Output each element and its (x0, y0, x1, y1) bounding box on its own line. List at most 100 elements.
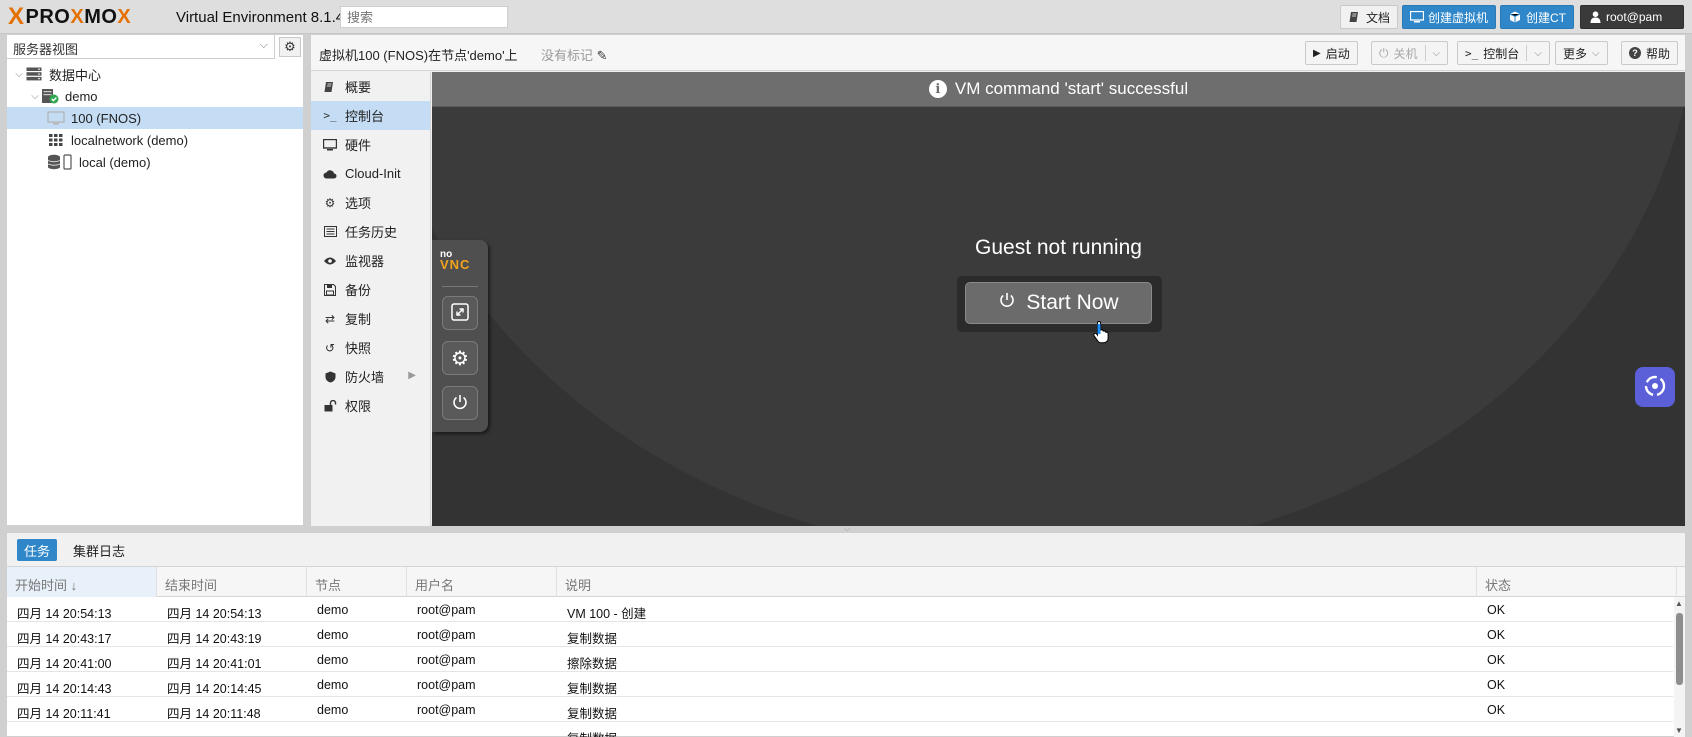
menu-item-label: 硬件 (345, 138, 372, 153)
menu-item-label: 选项 (345, 196, 372, 211)
power-icon (451, 393, 469, 414)
menu-item-hardware[interactable]: 硬件 (311, 130, 430, 159)
terminal-icon: >_ (323, 109, 337, 122)
more-button[interactable]: 更多 ⌵ (1555, 41, 1608, 65)
hand-cursor-icon (1092, 320, 1112, 347)
scrollbar-thumb[interactable] (1676, 613, 1683, 685)
tree-item-local-storage[interactable]: local (demo) (7, 151, 303, 173)
proxmox-logo[interactable]: X PRO X MO X (8, 3, 131, 30)
cell-description: VM 100 - 创建 (567, 607, 647, 621)
table-row[interactable]: 四月 14 20:43:17 四月 14 20:43:19 demo root@pam… (7, 622, 1673, 647)
cell-end-time: 四月 14 20:14:45 (167, 682, 262, 696)
menu-item-options[interactable]: ⚙ 选项 (311, 188, 430, 217)
view-selector[interactable]: 服务器视图 ⌵ (7, 35, 275, 59)
fullscreen-button[interactable] (442, 296, 478, 330)
menu-item-permissions[interactable]: 权限 (311, 391, 430, 420)
table-row[interactable]: 四月 14 20:11:41 四月 14 20:11:48 demo root@pam… (7, 697, 1673, 722)
shutdown-button[interactable]: ⏻ 关机 ⌵ (1371, 41, 1449, 65)
chevron-down-icon[interactable]: ⌵ (1433, 48, 1441, 59)
column-header-user[interactable]: 用户名 (407, 567, 557, 597)
help-button[interactable]: ? 帮助 (1621, 41, 1679, 65)
tree-item-label: 100 (FNOS) (71, 110, 142, 126)
column-header-description[interactable]: 说明 (557, 567, 1477, 597)
unlock-icon (321, 399, 339, 412)
terminal-icon: >_ (1465, 46, 1479, 60)
vm-stopped-icon (47, 110, 65, 126)
user-menu-button[interactable]: root@pam (1580, 5, 1684, 29)
tree-item-label: local (demo) (79, 154, 151, 170)
tab-tasks[interactable]: 任务 (17, 539, 58, 561)
user-label: root@pam (1606, 10, 1663, 24)
column-header-start-time[interactable]: 开始时间 ↓ (7, 567, 157, 597)
tree-item-localnetwork[interactable]: localnetwork (demo) (7, 129, 303, 151)
menu-item-label: 复制 (345, 312, 372, 327)
menu-item-firewall[interactable]: 防火墙 ▶ (311, 362, 430, 391)
pencil-icon[interactable]: ✎ (597, 48, 608, 63)
menu-item-task-history[interactable]: 任务历史 (311, 217, 430, 246)
page-title: 虚拟机100 (FNOS)在节点'demo'上 (319, 48, 518, 63)
table-row[interactable]: 四月 14 20:41:00 四月 14 20:41:01 demo root@pam… (7, 647, 1673, 672)
column-header-status[interactable]: 状态 (1477, 567, 1677, 597)
more-label: 更多 (1563, 46, 1588, 61)
scroll-down-arrow-icon[interactable]: ▼ (1675, 726, 1683, 735)
cell-status: OK (1487, 678, 1506, 692)
create-vm-button[interactable]: 创建虚拟机 (1402, 5, 1497, 29)
cell-end-time (157, 722, 177, 737)
vnc-power-button[interactable] (442, 386, 478, 420)
history-icon: ↺ (324, 340, 336, 355)
create-ct-label: 创建CT (1526, 10, 1566, 25)
cell-start-time: 四月 14 20:14:43 (17, 682, 112, 696)
task-table-scrollbar[interactable]: ▲ ▼ (1674, 597, 1685, 737)
cell-node: demo (317, 678, 349, 692)
menu-item-snapshot[interactable]: ↺ 快照 (311, 333, 430, 362)
scroll-up-arrow-icon[interactable]: ▲ (1675, 599, 1683, 608)
cell-status: OK (1487, 703, 1506, 717)
tree-item-datacenter[interactable]: ⌵ 数据中心 (7, 63, 303, 85)
divider (1526, 45, 1528, 61)
table-row[interactable]: 四月 14 20:14:43 四月 14 20:14:45 demo root@pam… (7, 672, 1673, 697)
tree-settings-button[interactable]: ⚙ (279, 37, 301, 57)
collapse-arrow-icon[interactable]: ⌵ (29, 91, 41, 102)
chevron-down-icon[interactable]: ⌵ (1534, 48, 1542, 59)
chevron-down-icon: ⌵ (1592, 47, 1600, 59)
cell-start-time: 四月 14 20:11:41 (17, 707, 111, 721)
docs-button[interactable]: 文档 (1340, 5, 1399, 29)
vnc-console[interactable]: i VM command 'start' successful no VNC ⚙ (432, 72, 1685, 526)
table-row[interactable]: 复制数据 (7, 722, 1673, 737)
content-panel: 虚拟机100 (FNOS)在节点'demo'上 没有标记 ✎ ▶ 启动 ⏻ 关机… (310, 34, 1686, 526)
start-now-button[interactable]: Start Now (965, 282, 1152, 324)
start-button[interactable]: ▶ 启动 (1305, 41, 1358, 65)
network-grid-icon (47, 132, 65, 148)
search-input[interactable] (340, 6, 508, 28)
vnc-settings-button[interactable]: ⚙ (442, 341, 478, 375)
status-message: VM command 'start' successful (954, 79, 1189, 98)
cell-user: root@pam (417, 628, 476, 642)
cell-end-time: 四月 14 20:54:13 (167, 607, 262, 621)
divider (1424, 45, 1426, 61)
menu-item-monitor[interactable]: 监视器 (311, 246, 430, 275)
floating-assistant-button[interactable] (1635, 367, 1675, 407)
menu-item-summary[interactable]: 概要 (311, 72, 430, 101)
tree-item-node-demo[interactable]: ⌵ demo (7, 85, 303, 107)
menu-item-backup[interactable]: 备份 (311, 275, 430, 304)
gear-icon: ⚙ (451, 347, 469, 370)
cell-description: 复制数据 (567, 707, 618, 721)
tab-cluster-log[interactable]: 集群日志 (66, 539, 132, 561)
tree-item-vm-100[interactable]: 100 (FNOS) (7, 107, 303, 129)
console-button[interactable]: >_ 控制台 ⌵ (1457, 41, 1550, 65)
tags-area[interactable]: 没有标记 ✎ (541, 45, 608, 64)
column-header-node[interactable]: 节点 (307, 567, 407, 597)
book-icon (321, 81, 339, 93)
menu-item-console[interactable]: >_ 控制台 (311, 101, 430, 130)
table-row[interactable]: 四月 14 20:54:13 四月 14 20:54:13 demo root@pam… (7, 597, 1673, 622)
cell-description: 复制数据 (567, 682, 618, 696)
create-ct-button[interactable]: 创建CT (1500, 5, 1574, 29)
book-icon (1348, 10, 1362, 24)
column-header-end-time[interactable]: 结束时间 (157, 567, 307, 597)
storage-icon (47, 154, 73, 170)
cell-start-time: 四月 14 20:54:13 (17, 607, 112, 621)
menu-item-cloud-init[interactable]: Cloud-Init (311, 159, 430, 188)
collapse-arrow-icon[interactable]: ⌵ (13, 69, 25, 80)
menu-item-replication[interactable]: ⇄ 复制 (311, 304, 430, 333)
cell-node: demo (317, 603, 349, 617)
